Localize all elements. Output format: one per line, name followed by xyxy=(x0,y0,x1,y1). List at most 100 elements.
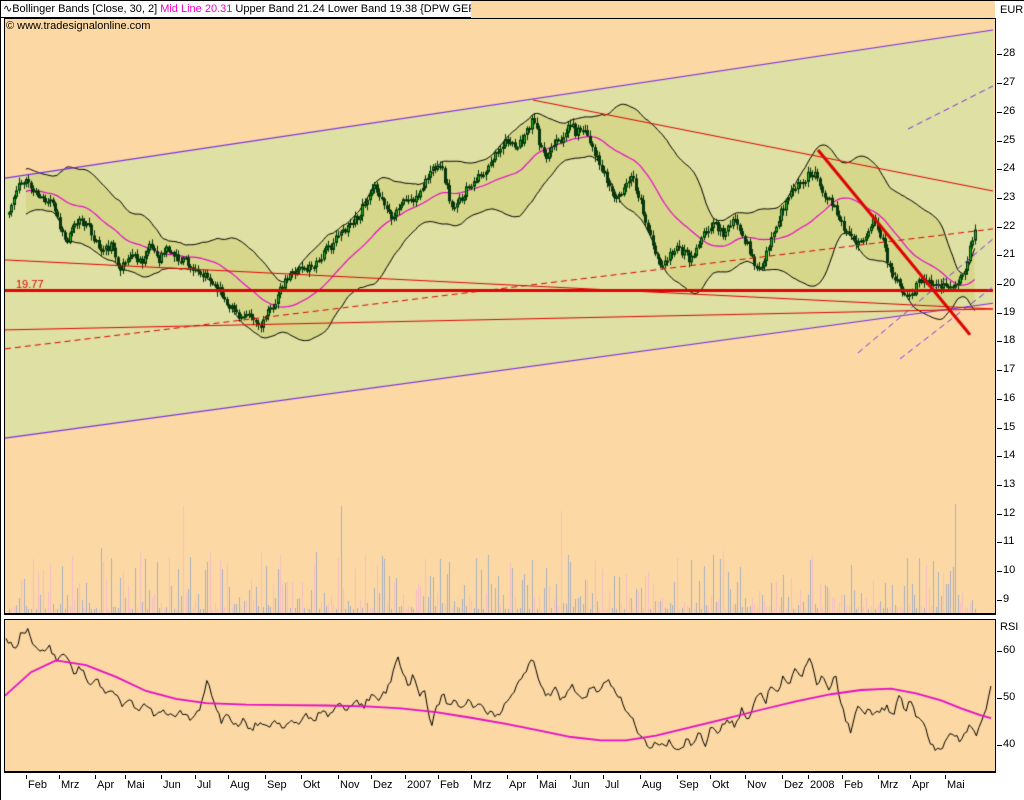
price-axis-tick: 13 xyxy=(1003,478,1015,490)
copyright-text: © www.tradesignalonline.com xyxy=(6,20,150,32)
price-axis-tick: 19 xyxy=(1003,306,1015,318)
month-tick-label: Nov xyxy=(340,779,360,791)
month-tick-label: Sep xyxy=(679,779,699,791)
price-axis-tick-mark xyxy=(997,112,1002,113)
price-axis-tick-mark xyxy=(997,571,1002,572)
price-axis-tick-mark xyxy=(997,399,1002,400)
rsi-axis-tick-mark xyxy=(997,745,1002,746)
month-tick-mark xyxy=(782,775,783,779)
month-tick-label: Sep xyxy=(267,779,287,791)
month-tick-mark xyxy=(161,775,162,779)
price-axis-tick: 12 xyxy=(1003,507,1015,519)
month-tick-mark xyxy=(125,775,126,779)
price-axis-tick: 15 xyxy=(1003,421,1015,433)
price-axis-tick-mark xyxy=(997,284,1002,285)
rsi-axis-tick: 60 xyxy=(1003,644,1015,656)
month-tick-mark xyxy=(603,775,604,779)
month-tick-mark xyxy=(438,775,439,779)
price-axis-tick-mark xyxy=(997,428,1002,429)
month-tick-label: 2007 xyxy=(407,779,431,791)
price-axis-tick: 14 xyxy=(1003,449,1015,461)
price-axis-tick-mark xyxy=(997,485,1002,486)
month-tick-label: Apr xyxy=(97,779,114,791)
month-tick-label: Dez xyxy=(373,779,393,791)
indicator-icon: ∿ xyxy=(3,3,12,15)
month-tick-label: Mrz xyxy=(61,779,79,791)
month-tick-mark xyxy=(537,775,538,779)
month-tick-label: Jun xyxy=(572,779,590,791)
month-tick-mark xyxy=(640,775,641,779)
price-axis-tick: 11 xyxy=(1003,535,1014,547)
month-tick-label: Feb xyxy=(28,779,47,791)
price-axis-tick-mark xyxy=(997,370,1002,371)
price-axis-tick: 27 xyxy=(1003,76,1015,88)
price-axis-tick: 10 xyxy=(1003,564,1015,576)
month-tick-label: Mai xyxy=(127,779,145,791)
rsi-axis-tick: 50 xyxy=(1003,691,1015,703)
month-tick-mark xyxy=(471,775,472,779)
month-tick-label: Dez xyxy=(784,779,804,791)
chart-window: ∿Bollinger Bands [Close, 30, 2] Mid Line… xyxy=(0,0,1024,800)
price-axis-tick-mark xyxy=(997,514,1002,515)
month-tick-mark xyxy=(228,775,229,779)
rsi-panel xyxy=(4,619,996,773)
rsi-chart-canvas[interactable] xyxy=(5,620,994,771)
month-tick-label: Aug xyxy=(230,779,250,791)
month-tick-label: 2008 xyxy=(810,779,834,791)
price-axis-tick-mark xyxy=(997,54,1002,55)
title-segment-bands: Upper Band 21.24 Lower Band 19.38 {DPW G… xyxy=(235,3,480,15)
month-tick-label: Jul xyxy=(605,779,619,791)
price-axis-tick: 20 xyxy=(1003,277,1015,289)
price-axis-tick: 26 xyxy=(1003,105,1015,117)
month-tick-label: Mrz xyxy=(473,779,491,791)
month-tick-mark xyxy=(95,775,96,779)
month-tick-label: Mai xyxy=(539,779,557,791)
month-tick-mark xyxy=(371,775,372,779)
month-tick-mark xyxy=(59,775,60,779)
price-axis-tick-mark xyxy=(997,83,1002,84)
month-tick-label: Jun xyxy=(163,779,181,791)
price-axis-tick: 18 xyxy=(1003,334,1015,346)
price-axis-tick: 25 xyxy=(1003,134,1015,146)
price-axis-tick: 9 xyxy=(1003,593,1009,605)
month-tick-label: Feb xyxy=(440,779,459,791)
month-tick-mark xyxy=(878,775,879,779)
rsi-axis-tick-mark xyxy=(997,651,1002,652)
month-tick-mark xyxy=(265,775,266,779)
month-tick-label: Jul xyxy=(197,779,211,791)
price-axis-tick-mark xyxy=(997,255,1002,256)
month-tick-label: Mrz xyxy=(880,779,898,791)
month-tick-mark xyxy=(301,775,302,779)
month-tick-mark xyxy=(405,775,406,779)
month-tick-mark xyxy=(507,775,508,779)
title-segment-indicator: Bollinger Bands [Close, 30, 2] xyxy=(12,3,160,15)
price-axis-tick-mark xyxy=(997,313,1002,314)
price-axis-tick-mark xyxy=(997,542,1002,543)
month-tick-mark xyxy=(808,775,809,779)
month-tick-mark xyxy=(338,775,339,779)
indicator-title-bar: ∿Bollinger Bands [Close, 30, 2] Mid Line… xyxy=(1,1,474,18)
rsi-axis-tick-mark xyxy=(997,698,1002,699)
month-tick-mark xyxy=(910,775,911,779)
month-tick-mark xyxy=(710,775,711,779)
price-axis-tick: 22 xyxy=(1003,220,1015,232)
month-tick-mark xyxy=(842,775,843,779)
price-axis-tick: 23 xyxy=(1003,191,1015,203)
price-axis-tick-mark xyxy=(997,227,1002,228)
main-chart-canvas[interactable] xyxy=(5,19,994,613)
price-axis-tick: 16 xyxy=(1003,392,1015,404)
month-tick-label: Nov xyxy=(747,779,767,791)
month-tick-mark xyxy=(26,775,27,779)
month-tick-mark xyxy=(570,775,571,779)
month-tick-label: Okt xyxy=(303,779,320,791)
month-tick-mark xyxy=(677,775,678,779)
price-axis-tick-mark xyxy=(997,141,1002,142)
bottom-axis-row: Feb Mrz Apr Mai Jun Jul Aug Sep Okt Nov Dez 2007 Feb… xyxy=(1,775,996,800)
month-tick-label: Okt xyxy=(712,779,729,791)
price-axis-tick: 24 xyxy=(1003,162,1015,174)
price-axis-tick: 17 xyxy=(1003,363,1015,375)
price-axis-tick-mark xyxy=(997,169,1002,170)
price-axis-tick: 28 xyxy=(1003,47,1015,59)
price-axis-tick-mark xyxy=(997,341,1002,342)
rsi-axis-tick: 40 xyxy=(1003,738,1015,750)
